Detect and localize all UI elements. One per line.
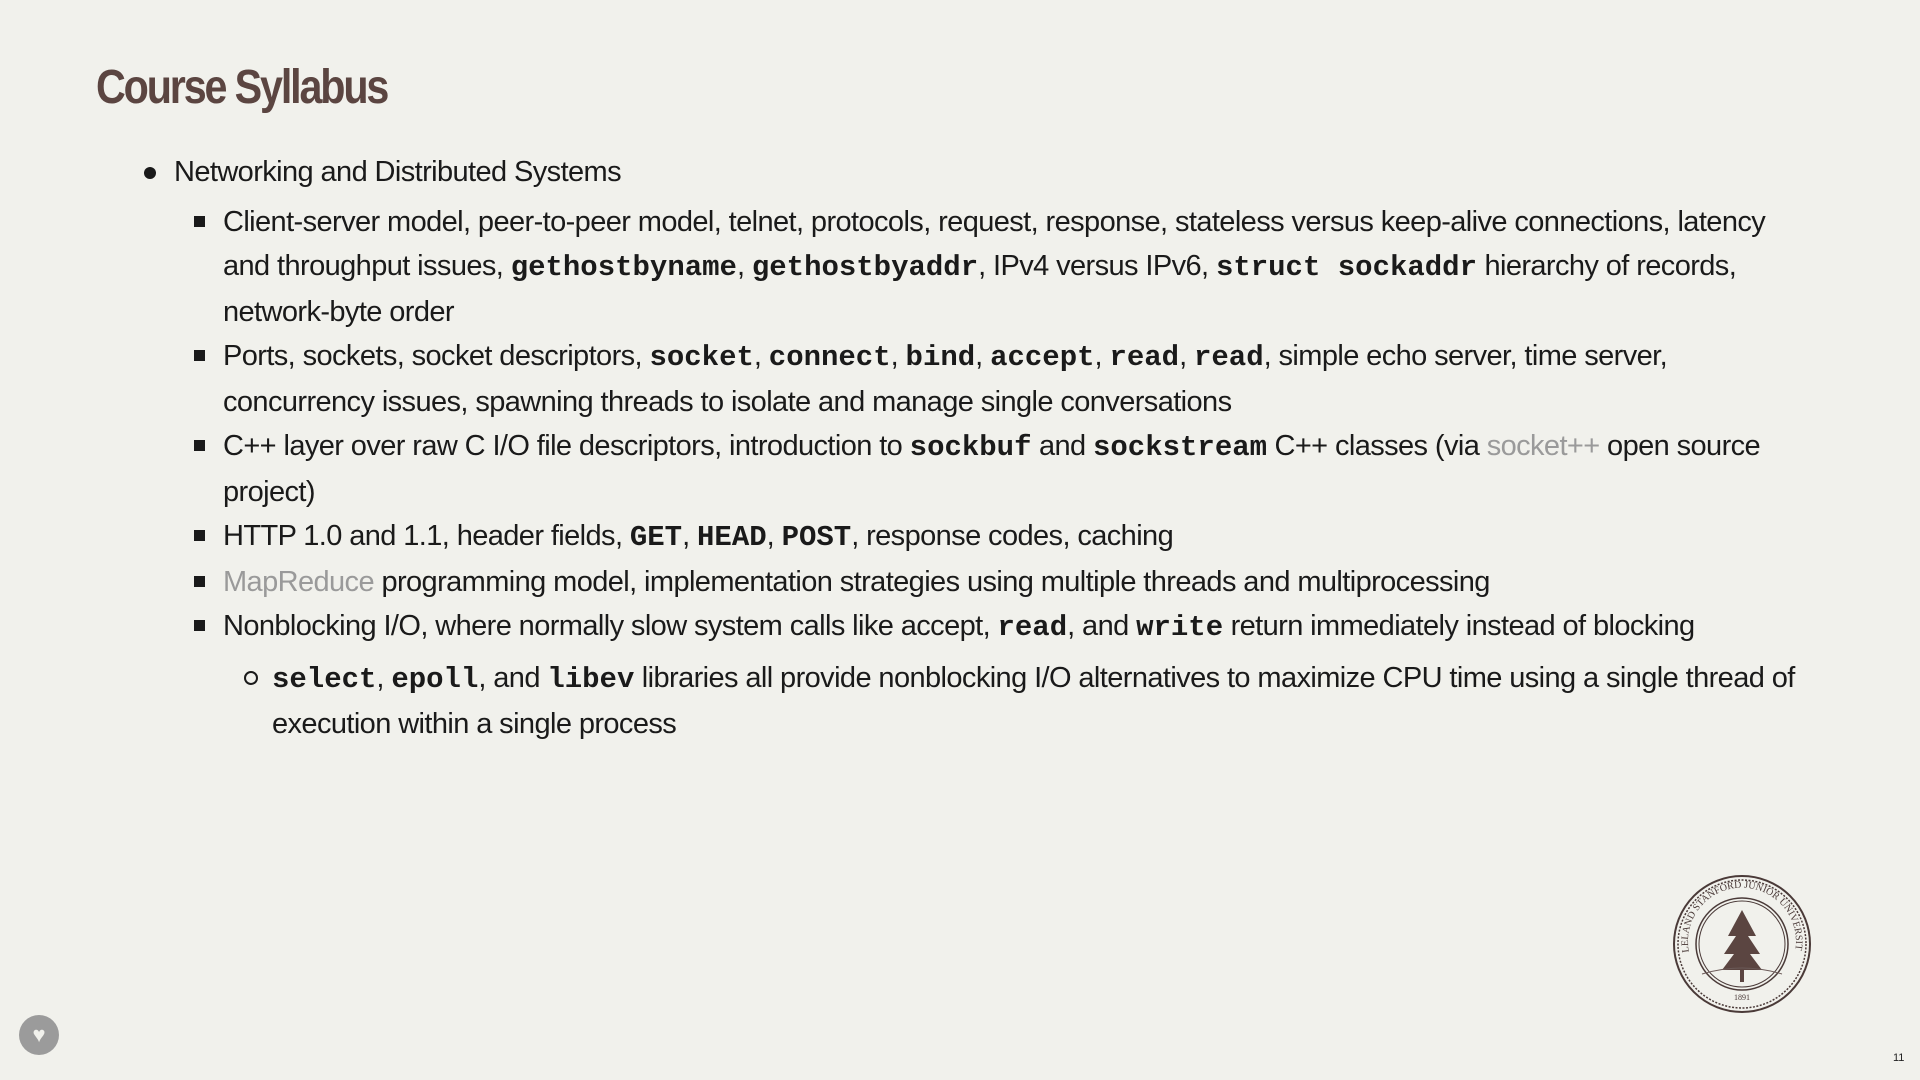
syllabus-content: Networking and Distributed Systems Clien… (140, 150, 1800, 746)
text-segment: HTTP 1.0 and 1.1, header fields, (223, 520, 630, 552)
text-segment: , (890, 340, 906, 372)
text-segment: , response codes, caching (851, 520, 1174, 552)
svg-text:1891: 1891 (1734, 993, 1750, 1002)
syllabus-item: MapReduce programming model, implementat… (140, 560, 1800, 604)
code-term: write (1136, 611, 1224, 644)
code-term: read (1193, 341, 1264, 374)
text-segment: , and (1067, 610, 1137, 642)
code-term: accept (990, 341, 1095, 374)
text-segment: , (753, 340, 769, 372)
page-number: 11 (1893, 1052, 1905, 1064)
code-term: socket (649, 341, 754, 374)
code-term: POST (781, 521, 852, 554)
code-term: gethostbyname (510, 251, 737, 284)
text-segment: , IPv4 versus IPv6, (978, 250, 1216, 282)
heart-icon: ♥ (32, 1022, 46, 1047)
syllabus-item: Ports, sockets, socket descriptors, sock… (140, 334, 1800, 424)
topic-items: Client-server model, peer-to-peer model,… (140, 200, 1800, 746)
link[interactable]: socket++ (1487, 430, 1600, 462)
text-segment: , (1179, 340, 1194, 372)
text-segment: , (376, 662, 392, 694)
code-term: GET (629, 521, 683, 554)
topic-bullet: Networking and Distributed Systems (140, 150, 1800, 194)
text-segment: Nonblocking I/O, where normally slow sys… (223, 610, 998, 642)
code-term: read (997, 611, 1068, 644)
text-segment: , and (478, 662, 548, 694)
syllabus-item: Nonblocking I/O, where normally slow sys… (140, 604, 1800, 650)
text-segment: and (1031, 430, 1093, 462)
syllabus-item: Client-server model, peer-to-peer model,… (140, 200, 1800, 334)
code-term: struct sockaddr (1215, 251, 1477, 284)
text-segment: , (682, 520, 698, 552)
slide-title: Course Syllabus (96, 61, 389, 114)
link[interactable]: MapReduce (223, 566, 375, 598)
syllabus-item: HTTP 1.0 and 1.1, header fields, GET, HE… (140, 514, 1800, 560)
code-term: bind (905, 341, 976, 374)
code-term: gethostbyaddr (751, 251, 979, 284)
code-term: connect (768, 341, 891, 374)
code-term: select (272, 663, 377, 696)
text-segment: C++ layer over raw C I/O file descriptor… (223, 430, 910, 462)
heart-button[interactable]: ♥ (19, 1015, 59, 1055)
code-term: read (1109, 341, 1180, 374)
stanford-seal-logo: LELAND STANFORD JUNIOR UNIVERSITY 1891 (1672, 874, 1811, 1013)
text-segment: , (975, 340, 991, 372)
code-term: libev (547, 663, 635, 696)
code-term: epoll (391, 663, 479, 696)
text-segment: return immediately instead of blocking (1223, 610, 1696, 642)
syllabus-item: C++ layer over raw C I/O file descriptor… (140, 424, 1800, 514)
text-segment: C++ classes (via (1267, 430, 1487, 462)
text-segment: , (736, 250, 752, 282)
text-segment: Ports, sockets, socket descriptors, (223, 340, 650, 372)
text-segment: , (766, 520, 782, 552)
code-term: HEAD (697, 521, 767, 554)
code-term: sockstream (1093, 431, 1268, 464)
code-term: sockbuf (909, 431, 1032, 464)
text-segment: programming model, implementation strate… (373, 566, 1490, 598)
syllabus-subitem: select, epoll, and libev libraries all p… (140, 656, 1800, 746)
text-segment: , (1094, 340, 1110, 372)
